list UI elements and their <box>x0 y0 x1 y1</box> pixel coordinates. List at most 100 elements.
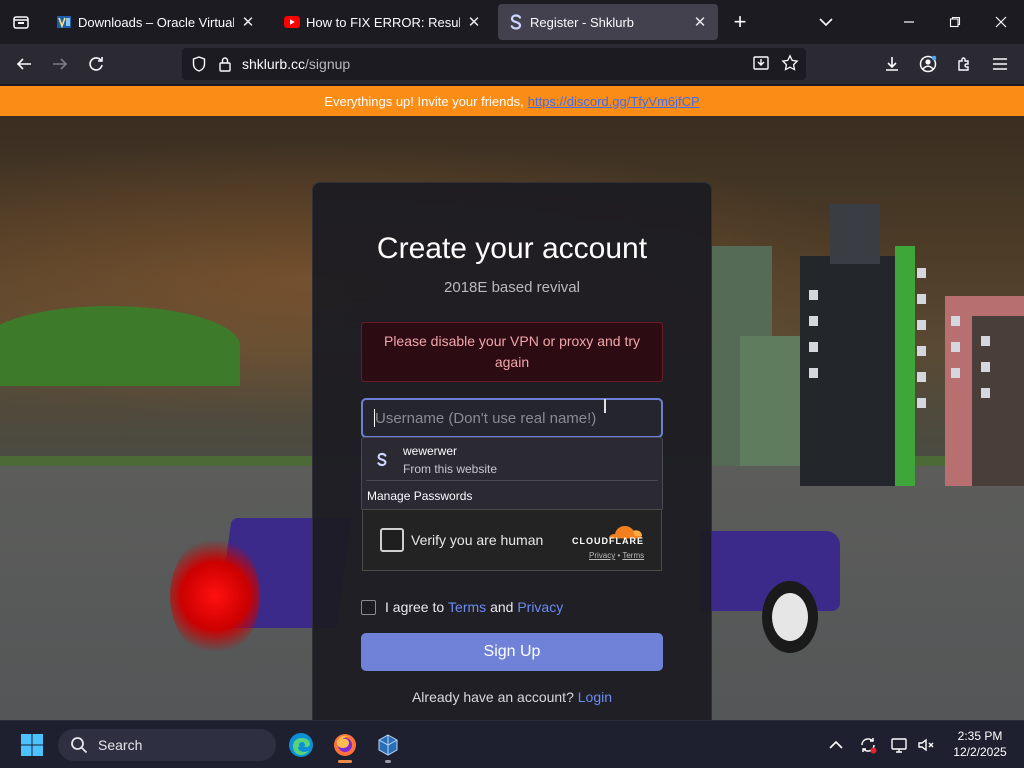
running-indicator <box>385 760 391 763</box>
tracking-protection-shield-icon[interactable] <box>190 55 208 73</box>
volume-muted-icon[interactable] <box>916 735 936 755</box>
divider <box>366 480 658 481</box>
save-to-pocket-download-icon[interactable] <box>750 52 772 74</box>
url-host: shklurb.cc <box>242 56 306 72</box>
page-subtitle: 2018E based revival <box>444 279 580 296</box>
agree-prefix-text: I agree to <box>385 599 445 615</box>
window <box>951 368 960 378</box>
system-clock[interactable]: 2:35 PM 12/2/2025 <box>944 728 1016 760</box>
url-path: /signup <box>305 56 351 72</box>
virtualbox-icon[interactable] <box>372 729 404 761</box>
window <box>917 346 926 356</box>
downloads-icon[interactable] <box>876 48 908 80</box>
verify-human-checkbox[interactable] <box>380 528 404 552</box>
window <box>917 320 926 330</box>
search-icon <box>71 737 88 754</box>
window <box>981 336 990 346</box>
close-window-icon[interactable] <box>978 0 1024 44</box>
username-input[interactable] <box>361 398 663 438</box>
cloudflare-terms-link[interactable]: Terms <box>622 551 644 560</box>
network-ethernet-icon[interactable] <box>889 735 909 755</box>
chevron-up-icon[interactable] <box>826 735 846 755</box>
tab-title: How to FIX ERROR: Result Code <box>306 14 460 30</box>
login-autocomplete-popup: wewerwer From this website Manage Passwo… <box>361 437 663 511</box>
saved-username: wewerwer <box>403 444 458 458</box>
running-indicator <box>338 760 352 763</box>
terms-link[interactable]: Terms <box>448 599 486 615</box>
window <box>917 268 926 278</box>
chevron-down-icon[interactable] <box>812 8 840 36</box>
reload-icon[interactable] <box>80 48 112 80</box>
saved-login-item[interactable]: wewerwer From this website <box>362 438 662 480</box>
privacy-link[interactable]: Privacy <box>517 599 563 615</box>
login-prompt-text: Already have an account? <box>411 689 574 705</box>
building <box>972 316 1024 486</box>
back-arrow-icon[interactable] <box>8 48 40 80</box>
window <box>981 362 990 372</box>
mouse-ibeam-cursor <box>604 399 606 413</box>
text-caret <box>374 409 375 427</box>
manage-passwords-link[interactable]: Manage Passwords <box>367 489 472 503</box>
window <box>917 398 926 408</box>
banner-text: Everythings up! Invite your friends, <box>324 93 524 109</box>
cloudflare-turnstile-widget: Verify you are human CLOUDFLARE Privacy … <box>362 509 662 571</box>
cloudflare-privacy-link[interactable]: Privacy <box>589 551 615 560</box>
address-bar[interactable]: shklurb.cc/signup <box>182 48 806 80</box>
car-wheel <box>762 581 818 653</box>
window <box>951 342 960 352</box>
login-link[interactable]: Login <box>578 689 612 705</box>
window <box>981 388 990 398</box>
youtube-icon <box>284 14 300 30</box>
browser-tab-strip: Downloads – Oracle VirtualBox ✕ How to F… <box>0 0 1024 44</box>
windows-taskbar: Search 2:35 PM 12/2/2025 <box>0 720 1024 768</box>
shklurb-icon <box>374 450 390 468</box>
window <box>809 316 818 326</box>
sync-refresh-icon[interactable] <box>858 735 878 755</box>
window <box>951 316 960 326</box>
taskbar-search-box[interactable]: Search <box>58 729 276 761</box>
cloudflare-brand-text: CLOUDFLARE <box>572 536 644 546</box>
extensions-puzzle-icon[interactable] <box>948 48 980 80</box>
hill <box>0 306 240 386</box>
account-avatar-icon[interactable] <box>912 48 944 80</box>
agree-terms-checkbox[interactable] <box>361 599 376 615</box>
window <box>809 342 818 352</box>
menu-hamburger-icon[interactable] <box>984 48 1016 80</box>
agree-and-text: and <box>490 599 514 615</box>
login-prompt-row: Already have an account? Login <box>0 689 1024 705</box>
close-tab-icon[interactable]: ✕ <box>466 13 482 31</box>
discord-invite-link[interactable]: https://discord.gg/TfyVm6jfCP <box>528 94 700 109</box>
page-title: Create your account <box>376 232 648 265</box>
car-tail-light <box>170 536 260 656</box>
sign-up-button[interactable]: Sign Up <box>361 633 663 671</box>
clock-date: 12/2/2025 <box>953 745 1007 759</box>
close-tab-icon[interactable]: ✕ <box>692 13 708 31</box>
edge-browser-icon[interactable] <box>285 729 317 761</box>
building <box>740 336 800 466</box>
tab-virtualbox-downloads[interactable]: Downloads – Oracle VirtualBox ✕ <box>46 4 266 40</box>
close-tab-icon[interactable]: ✕ <box>240 13 256 31</box>
window <box>809 368 818 378</box>
tab-register-shklurb[interactable]: Register - Shklurb ✕ <box>498 4 718 40</box>
shklurb-icon <box>508 14 524 30</box>
browser-navigation-bar: shklurb.cc/signup <box>0 44 1024 84</box>
tab-title: Register - Shklurb <box>530 14 635 30</box>
tab-youtube-video[interactable]: How to FIX ERROR: Result Code ✕ <box>274 4 492 40</box>
firefox-icon[interactable] <box>329 729 361 761</box>
cloudflare-footer-links: Privacy • Terms <box>589 551 645 560</box>
restore-window-icon[interactable] <box>932 0 978 44</box>
tab-title: Downloads – Oracle VirtualBox <box>78 14 234 30</box>
lock-icon[interactable] <box>216 55 234 73</box>
new-tab-icon[interactable]: + <box>726 8 754 36</box>
windows-start-icon[interactable] <box>16 729 48 761</box>
vpn-warning-alert: Please disable your VPN or proxy and try… <box>361 322 663 382</box>
clock-time: 2:35 PM <box>957 729 1003 743</box>
alert-text: Please disable your VPN or proxy and try… <box>383 333 640 370</box>
minimize-window-icon[interactable] <box>886 0 932 44</box>
firefox-view-icon[interactable] <box>0 0 42 44</box>
announcement-banner: Everythings up! Invite your friends, htt… <box>0 86 1024 116</box>
bookmark-star-icon[interactable] <box>779 52 801 74</box>
terms-agreement-row: I agree to Terms and Privacy <box>361 597 563 617</box>
forward-arrow-icon[interactable] <box>44 48 76 80</box>
saved-login-source: From this website <box>403 462 498 476</box>
